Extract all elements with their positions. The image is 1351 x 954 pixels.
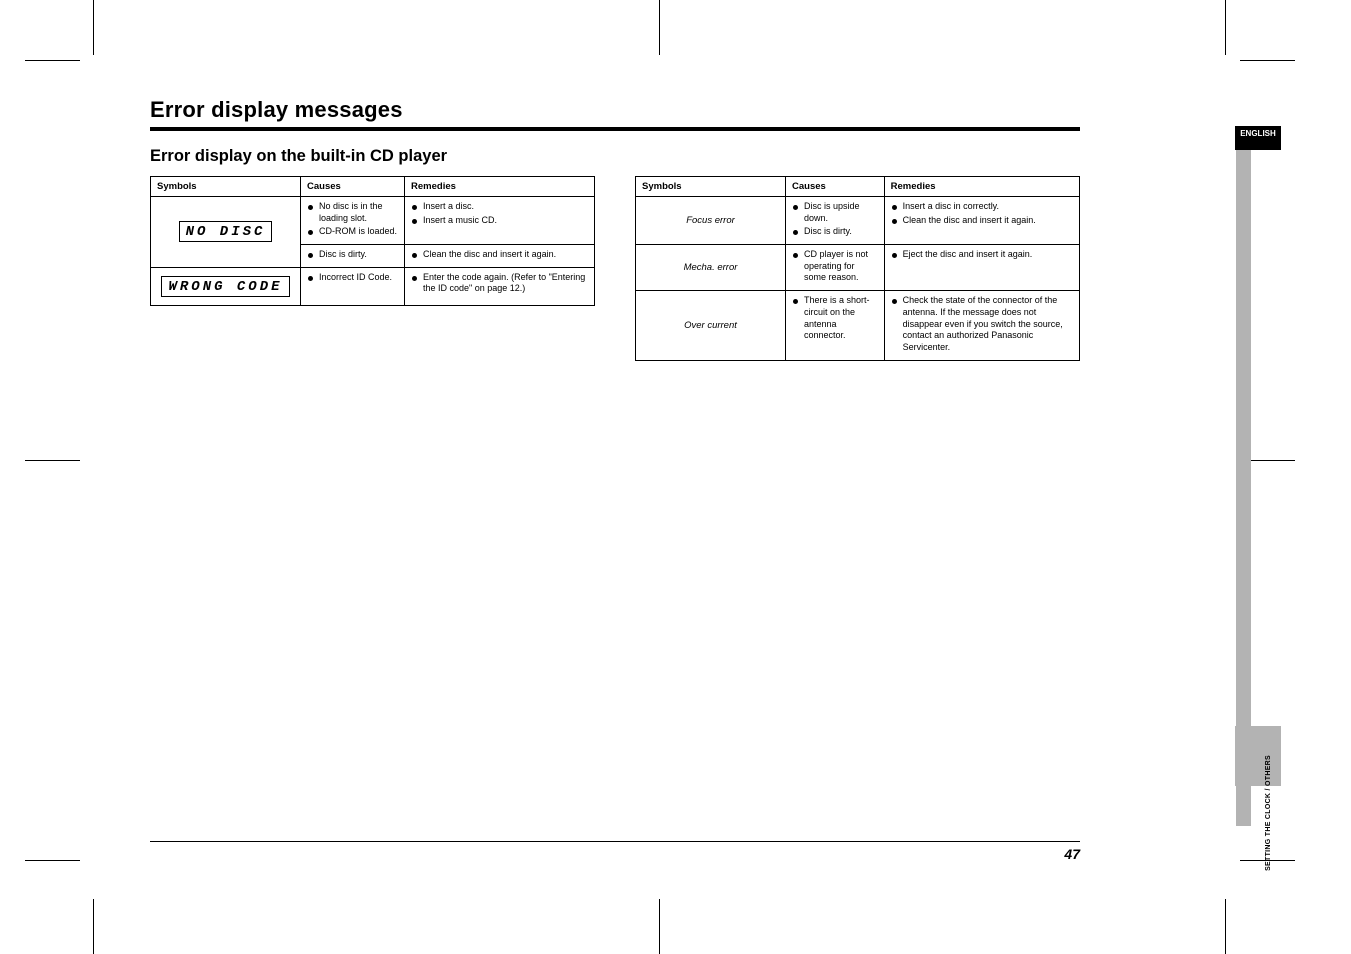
- language-tab: ENGLISH: [1235, 126, 1281, 150]
- section-vertical-label: SETTING THE CLOCK / OTHERS: [1265, 755, 1272, 871]
- right-column: Symbols Causes Remedies Focus error Disc…: [635, 176, 1080, 361]
- error-table-right: Symbols Causes Remedies Focus error Disc…: [635, 176, 1080, 361]
- symbol-text: Over current: [636, 291, 786, 360]
- table-row: Mecha. error CD player is not operating …: [636, 245, 1080, 291]
- sidebar-stripe: [1236, 126, 1251, 826]
- col-header-causes: Causes: [301, 177, 405, 197]
- remedy-text: Check the state of the connector of the …: [891, 295, 1073, 353]
- cause-text: There is a short-circuit on the antenna …: [792, 295, 878, 342]
- table-row: Focus error Disc is upside down. Disc is…: [636, 197, 1080, 245]
- remedy-text: Insert a disc in correctly.: [891, 201, 1073, 213]
- page-number: 47: [150, 846, 1080, 862]
- table-row: Over current There is a short-circuit on…: [636, 291, 1080, 360]
- page-title: Error display messages: [150, 97, 1080, 127]
- title-rule: [150, 127, 1080, 131]
- col-header-symbols: Symbols: [151, 177, 301, 197]
- cause-text: No disc is in the loading slot.: [307, 201, 398, 224]
- remedy-text: Clean the disc and insert it again.: [891, 215, 1073, 227]
- cause-text: Disc is dirty.: [792, 226, 878, 238]
- lcd-display-icon: WRONG CODE: [161, 276, 289, 297]
- symbol-text: Mecha. error: [636, 245, 786, 291]
- left-column: Symbols Causes Remedies NO DISC No disc …: [150, 176, 595, 361]
- cause-text: Disc is dirty.: [307, 249, 398, 261]
- remedy-text: Insert a music CD.: [411, 215, 588, 227]
- cause-text: CD-ROM is loaded.: [307, 226, 398, 238]
- remedy-text: Enter the code again. (Refer to "Enterin…: [411, 272, 588, 295]
- symbol-text: Focus error: [636, 197, 786, 245]
- remedy-text: Clean the disc and insert it again.: [411, 249, 588, 261]
- page-subtitle: Error display on the built-in CD player: [150, 147, 1080, 166]
- table-row: NO DISC No disc is in the loading slot. …: [151, 197, 595, 245]
- remedy-text: Eject the disc and insert it again.: [891, 249, 1073, 261]
- table-row: WRONG CODE Incorrect ID Code. Enter the …: [151, 267, 595, 305]
- col-header-remedies: Remedies: [405, 177, 595, 197]
- col-header-symbols: Symbols: [636, 177, 786, 197]
- col-header-remedies: Remedies: [884, 177, 1079, 197]
- cause-text: Incorrect ID Code.: [307, 272, 398, 284]
- col-header-causes: Causes: [786, 177, 885, 197]
- lcd-display-icon: NO DISC: [179, 221, 273, 242]
- error-table-left: Symbols Causes Remedies NO DISC No disc …: [150, 176, 595, 306]
- cause-text: Disc is upside down.: [792, 201, 878, 224]
- remedy-text: Insert a disc.: [411, 201, 588, 213]
- cause-text: CD player is not operating for some reas…: [792, 249, 878, 284]
- footer-rule: [150, 841, 1080, 842]
- sidebar-tab: [1235, 726, 1281, 786]
